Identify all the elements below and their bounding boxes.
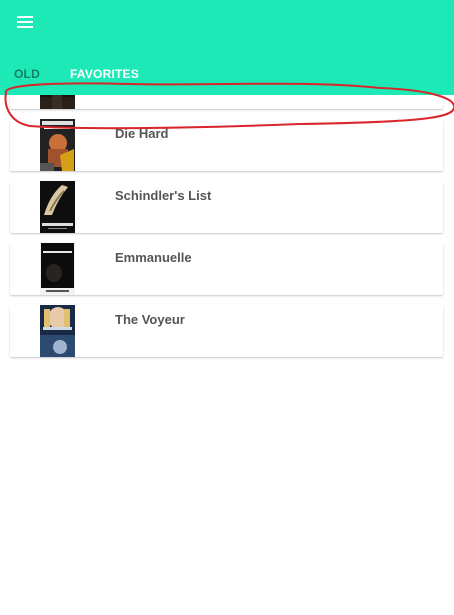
- movie-poster: [40, 181, 75, 233]
- list-item[interactable]: Schindler's List: [10, 181, 443, 233]
- tab-favorites[interactable]: FAVORITES: [70, 67, 139, 81]
- movie-title: Emmanuelle: [115, 250, 192, 265]
- movie-poster: [40, 119, 75, 171]
- tab-old[interactable]: OLD: [14, 67, 40, 81]
- movie-poster: [40, 305, 75, 357]
- app-bar: OLD FAVORITES: [0, 0, 454, 95]
- hamburger-menu-icon[interactable]: [13, 13, 37, 33]
- movie-title: The Voyeur: [115, 312, 185, 327]
- list-item[interactable]: The Voyeur: [10, 305, 443, 357]
- list-item[interactable]: Emmanuelle: [10, 243, 443, 295]
- movie-title: Schindler's List: [115, 188, 212, 203]
- movie-title: Die Hard: [115, 126, 169, 141]
- list-item[interactable]: Die Hard: [10, 119, 443, 171]
- movie-poster: [40, 243, 75, 295]
